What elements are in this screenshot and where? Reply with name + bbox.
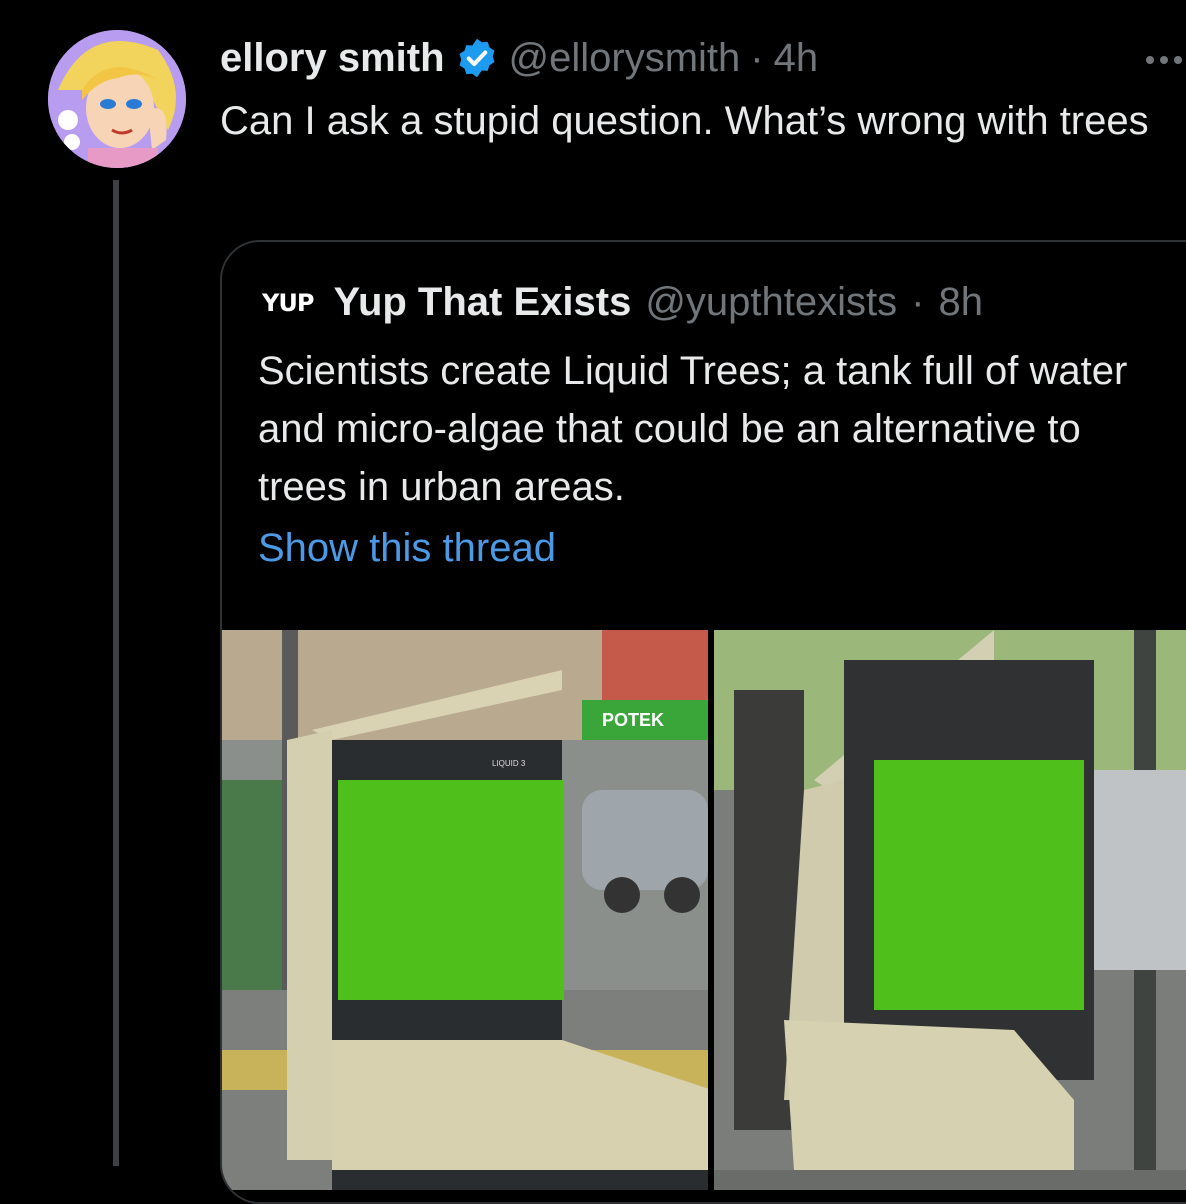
liquid-tree-photo-1[interactable]: POTEK LIQUID 3 [222, 630, 708, 1190]
quoted-author-display-name[interactable]: Yup That Exists [333, 280, 631, 325]
liquid-tree-photo-2[interactable] [714, 630, 1186, 1190]
quoted-tweet-text: Scientists create Liquid Trees; a tank f… [258, 349, 1128, 509]
quoted-tweet-header: YUP Yup That Exists @yupthtexists · 8h [262, 280, 983, 325]
quoted-header-separator: · [911, 280, 925, 324]
thread-connector-line [113, 180, 119, 1166]
tweet-timestamp[interactable]: 4h [774, 36, 819, 81]
quoted-author-logo: YUP [262, 288, 314, 317]
more-options-icon[interactable] [1146, 50, 1186, 70]
media-gallery: POTEK LIQUID 3 [222, 630, 1186, 1190]
quoted-author-handle[interactable]: @yupthtexists [645, 280, 897, 325]
show-thread-link[interactable]: Show this thread [258, 526, 556, 571]
tweet-header: ellory smith @ellorysmith · 4h [220, 32, 818, 84]
avatar[interactable] [48, 30, 186, 168]
avatar-illustration [48, 30, 186, 168]
verified-badge-icon [455, 36, 499, 80]
author-display-name[interactable]: ellory smith [220, 36, 445, 81]
store-sign-text: POTEK [602, 710, 664, 730]
panel-label-text: LIQUID 3 [492, 759, 526, 768]
author-handle[interactable]: @ellorysmith [509, 36, 741, 81]
header-separator: · [750, 35, 764, 80]
quoted-tweet-timestamp[interactable]: 8h [938, 280, 983, 325]
tweet-text: Can I ask a stupid question. What’s wron… [220, 99, 1149, 143]
quoted-tweet-card[interactable]: YUP Yup That Exists @yupthtexists · 8h S… [220, 240, 1186, 1204]
